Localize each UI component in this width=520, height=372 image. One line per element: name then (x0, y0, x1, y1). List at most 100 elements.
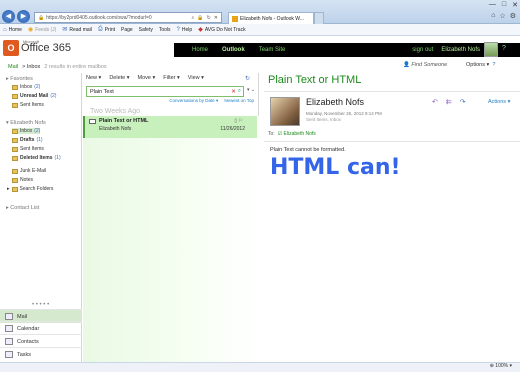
top-nav-bar: Home Outlook Team Site sign out Elizabet… (174, 43, 520, 57)
tasks-icon (5, 351, 13, 358)
nav-team-site[interactable]: Team Site (259, 47, 286, 53)
folder-search[interactable]: ▸ Search Folders (7, 186, 53, 192)
refresh-icon[interactable]: ↻ (245, 75, 250, 82)
contact-list-label: Contact List (10, 205, 40, 211)
group-header: Two Weeks Ago (90, 108, 141, 115)
actions-menu[interactable]: Actions ▾ (488, 99, 510, 105)
lock-icon: 🔒 (38, 14, 45, 21)
sender-name[interactable]: Elizabeth Nofs (306, 97, 364, 107)
close-icon[interactable]: ✕ (214, 15, 218, 21)
browser-tools: ⌂ ☆ ⚙ (491, 12, 516, 20)
body-heading: HTML can! (270, 155, 401, 180)
reply-all-icon[interactable]: ⇇ (446, 98, 452, 106)
module-contacts[interactable]: Contacts (0, 334, 82, 348)
options-menu[interactable]: Options ▾ ? (466, 62, 495, 68)
window-close-icon[interactable]: ✕ (512, 1, 518, 9)
folder-unread[interactable]: Unread Mail (2) (12, 93, 56, 99)
avatar[interactable] (484, 42, 498, 57)
folder-junk[interactable]: Junk E-Mail (12, 168, 46, 174)
filter-button[interactable]: Filter ▾ (163, 75, 180, 81)
folder-inbox[interactable]: Inbox (2) (12, 128, 41, 134)
browser-tab[interactable]: Elizabeth Nofs - Outlook W... (228, 12, 314, 24)
back-icon[interactable]: ◀ (2, 10, 15, 23)
folder-notes[interactable]: Notes (12, 177, 33, 183)
cmd-print[interactable]: ⎙ Print (98, 26, 115, 33)
maximize-icon[interactable]: □ (502, 1, 506, 9)
zoom-control[interactable]: ⊕ 100% ▾ (490, 363, 512, 369)
delete-label: Delete (109, 75, 126, 81)
cmd-tools[interactable]: Tools (159, 27, 171, 33)
cmd-label: Print (104, 26, 115, 33)
home-icon[interactable]: ⌂ (491, 12, 495, 20)
message-from: Elizabeth Nofs (99, 126, 132, 132)
search-input[interactable]: Plain Text ✕ ⌕ (86, 86, 244, 97)
recipient[interactable]: ☑ Elizabeth Nofs (278, 131, 316, 137)
move-button[interactable]: Move ▾ (138, 75, 156, 81)
folder-inbox-fav[interactable]: Inbox (2) (12, 84, 40, 90)
refresh-icon[interactable]: ↻ (207, 15, 211, 21)
sign-out-link[interactable]: sign out (412, 47, 433, 53)
search-icon[interactable]: ⌕ (192, 15, 195, 21)
address-bar[interactable]: 🔒 https://by2prd0405.outlook.com/owa/?mo… (34, 12, 222, 23)
search-icon[interactable]: ⌕ (238, 88, 241, 95)
module-calendar[interactable]: Calendar (0, 321, 82, 335)
cmd-page[interactable]: Page (121, 27, 133, 33)
module-tasks[interactable]: Tasks (0, 347, 82, 361)
cmd-label: Safety (138, 26, 153, 33)
cmd-safety[interactable]: Safety (139, 27, 153, 33)
favorites-header[interactable]: ▸ Favorites (6, 76, 33, 82)
resize-handle[interactable]: • • • • • (32, 302, 49, 308)
find-someone-link[interactable]: 👤 Find Someone (403, 62, 447, 68)
help-circle-icon[interactable]: ? (492, 62, 495, 68)
cmd-feeds[interactable]: ◉ Feeds (J) (28, 26, 57, 34)
gear-icon[interactable]: ⚙ (510, 12, 516, 20)
cmd-read-mail[interactable]: ✉ Read mail (62, 26, 92, 34)
folder-count: (1) (36, 137, 43, 143)
outlook-tab-icon (232, 15, 238, 22)
cmd-home[interactable]: ⌂ Home (3, 27, 22, 33)
sent-date: Monday, November 26, 2012 8:14 PM (306, 111, 382, 116)
forward-icon[interactable]: ▶ (17, 10, 30, 23)
folder-sent[interactable]: Sent Items (12, 146, 44, 152)
reply-icon[interactable]: ↶ (432, 98, 438, 106)
nav-home[interactable]: Home (192, 47, 208, 53)
actions-label: Actions (488, 99, 507, 105)
folder-count: (2) (34, 128, 41, 134)
avg-icon: ◆ (198, 27, 203, 33)
folder-drafts[interactable]: Drafts (1) (12, 137, 43, 143)
cmd-avg[interactable]: ◆ AVG Do Not Track (198, 26, 245, 34)
list-item[interactable]: Plain Text or HTML ▯ ⚐ Elizabeth Nofs 11… (83, 116, 257, 138)
mail-link[interactable]: Mail (8, 64, 18, 70)
cmd-help[interactable]: ? Help (177, 27, 193, 33)
star-icon[interactable]: ☆ (499, 12, 505, 20)
forward-icon[interactable]: ↷ (460, 98, 466, 106)
new-tab-button[interactable] (314, 12, 324, 24)
account-header[interactable]: ▾ Elizabeth Nofs (6, 120, 46, 126)
delete-button[interactable]: Delete ▾ (109, 75, 129, 81)
folder-tags: Sent Items, Inbox (306, 117, 342, 122)
conversations-by-date[interactable]: Conversations by Date ▾ (169, 98, 218, 104)
print-icon: ⎙ (97, 26, 103, 32)
help-icon[interactable]: ? (502, 45, 506, 52)
new-button[interactable]: New ▾ (86, 75, 101, 81)
folder-deleted[interactable]: Deleted Items (1) (12, 155, 61, 161)
contact-list-header[interactable]: ▸ Contact List (6, 205, 39, 211)
view-button[interactable]: View ▾ (188, 75, 204, 81)
divider (264, 91, 520, 92)
user-name[interactable]: Elizabeth Nofs (441, 47, 480, 53)
search-options-icon[interactable]: ▾ ⌄ (247, 87, 255, 93)
folder-count: (2) (50, 93, 57, 99)
folder-sent-fav[interactable]: Sent Items (12, 102, 44, 108)
message-subject: Plain Text or HTML (99, 118, 149, 124)
command-bar: ⌂ Home ◉ Feeds (J) ✉ Read mail ⎙ Print Page … (0, 24, 520, 36)
nav-outlook[interactable]: Outlook (222, 47, 245, 53)
clear-search-icon[interactable]: ✕ (231, 89, 236, 95)
home-icon: ⌂ (3, 26, 7, 33)
tab-title: Elizabeth Nofs - Outlook W... (240, 15, 304, 22)
newest-on-top[interactable]: Newest on Top (224, 98, 254, 104)
minimize-icon[interactable]: — (489, 1, 496, 9)
cmd-label: Feeds (J) (35, 26, 57, 33)
flag-icon[interactable]: ▯ ⚐ (234, 118, 243, 124)
folder-icon (12, 128, 18, 134)
lock-status-icon[interactable]: 🔒 (197, 15, 203, 21)
